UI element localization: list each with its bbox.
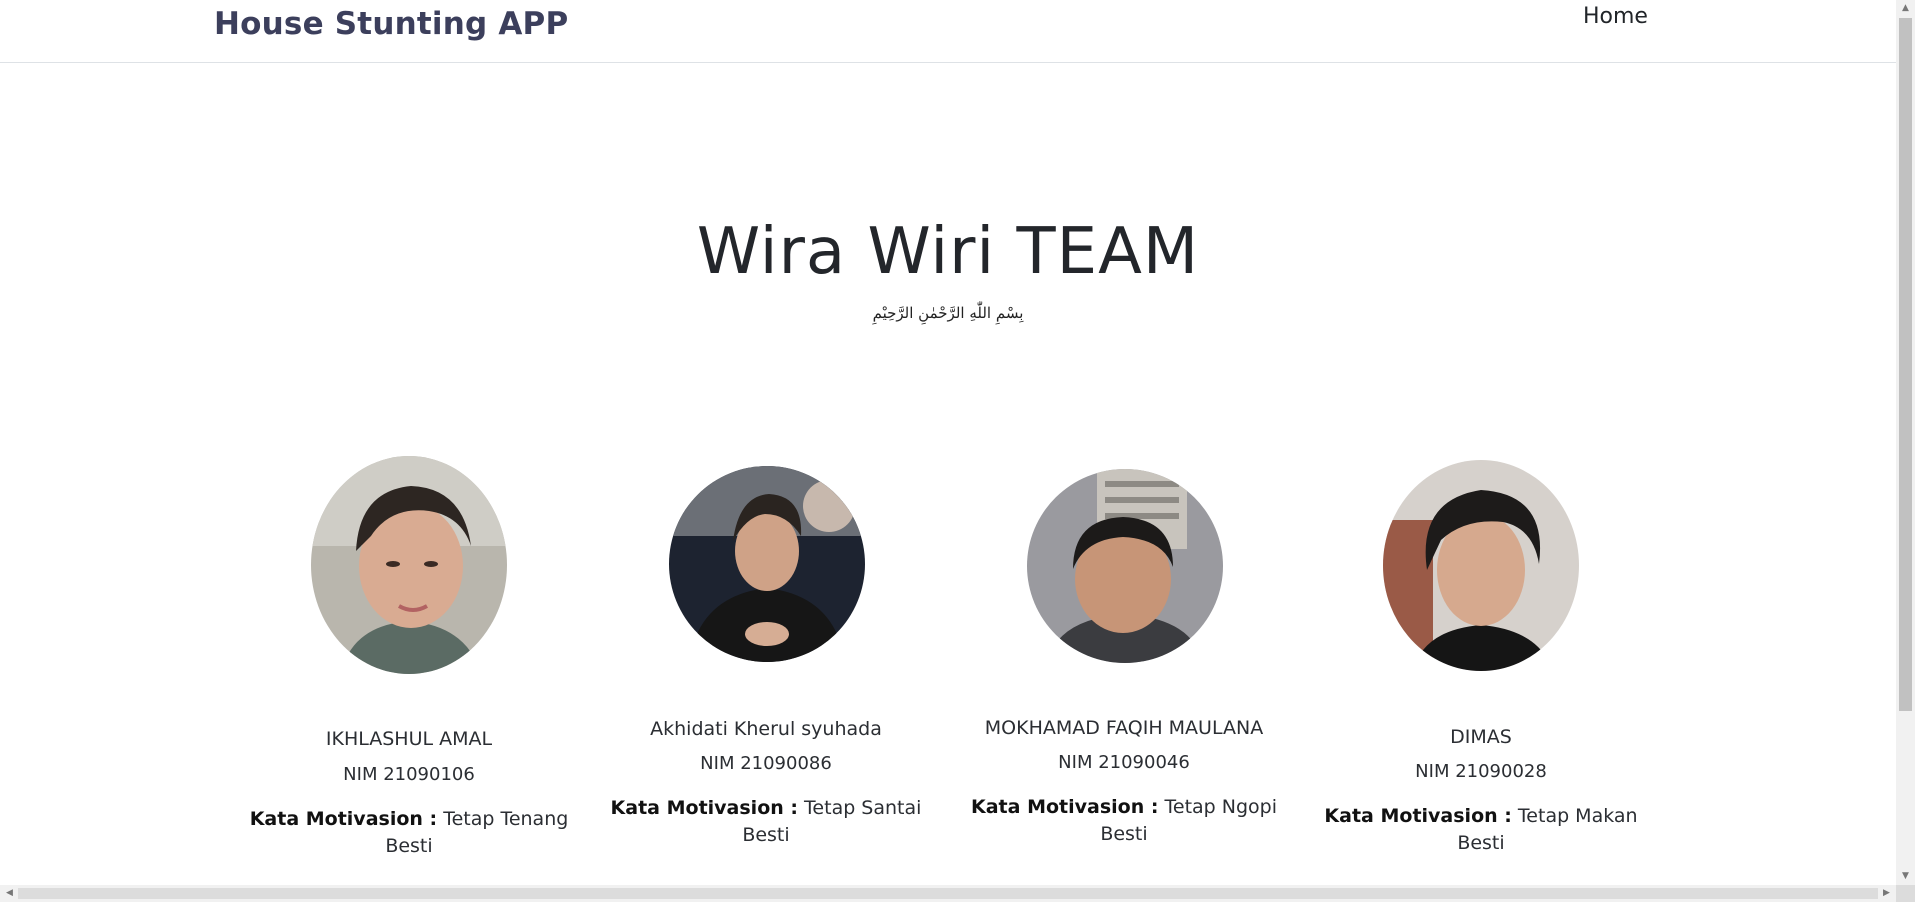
member-nim: NIM 21090028 [1415, 761, 1547, 782]
horizontal-scrollbar-thumb[interactable] [18, 888, 1878, 899]
scroll-left-arrow-icon[interactable]: ◀ [0, 885, 19, 902]
member-nim: NIM 21090106 [343, 764, 475, 785]
member-quote: Kata Motivasion : Tetap Ngopi Besti [945, 794, 1303, 848]
member-photo [1383, 460, 1579, 671]
member-photo [311, 456, 507, 674]
scrollbar-corner [1896, 885, 1915, 902]
member-name: IKHLASHUL AMAL [325, 728, 493, 750]
top-navbar: House Stunting APP Home [0, 0, 1896, 63]
member-photo [669, 466, 865, 662]
quote-label: Kata Motivasion : [1324, 805, 1512, 827]
quote-label: Kata Motivasion : [610, 797, 798, 819]
member-quote: Kata Motivasion : Tetap Tenang Besti [230, 806, 588, 860]
member-name: MOKHAMAD FAQIH MAULANA [984, 717, 1264, 739]
scroll-up-arrow-icon[interactable]: ▲ [1896, 0, 1915, 17]
scroll-right-arrow-icon[interactable]: ▶ [1877, 885, 1896, 902]
member-quote: Kata Motivasion : Tetap Santai Besti [587, 795, 945, 849]
member-nim: NIM 21090046 [1058, 752, 1190, 773]
nav-home-link[interactable]: Home [1583, 4, 1648, 29]
brand-title[interactable]: House Stunting APP [214, 6, 568, 42]
quote-label: Kata Motivasion : [249, 808, 438, 830]
horizontal-scrollbar[interactable]: ◀ ▶ [0, 885, 1896, 902]
vertical-scrollbar[interactable]: ▲ ▼ [1896, 0, 1915, 885]
member-name: DIMAS [1450, 726, 1512, 748]
member-name: Akhidati Kherul syuhada [650, 718, 882, 740]
quote-label: Kata Motivasion : [971, 796, 1159, 818]
page-title: Wira Wiri TEAM [696, 215, 1200, 289]
member-quote: Kata Motivasion : Tetap Makan Besti [1302, 803, 1660, 857]
vertical-scrollbar-thumb[interactable] [1899, 18, 1912, 711]
page-subtitle: بِسْمِ اللّٰهِ الرَّحْمٰنِ الرَّحِيْمِ [872, 304, 1024, 322]
member-nim: NIM 21090086 [700, 753, 832, 774]
member-photo [1027, 469, 1223, 663]
scroll-down-arrow-icon[interactable]: ▼ [1896, 868, 1915, 885]
